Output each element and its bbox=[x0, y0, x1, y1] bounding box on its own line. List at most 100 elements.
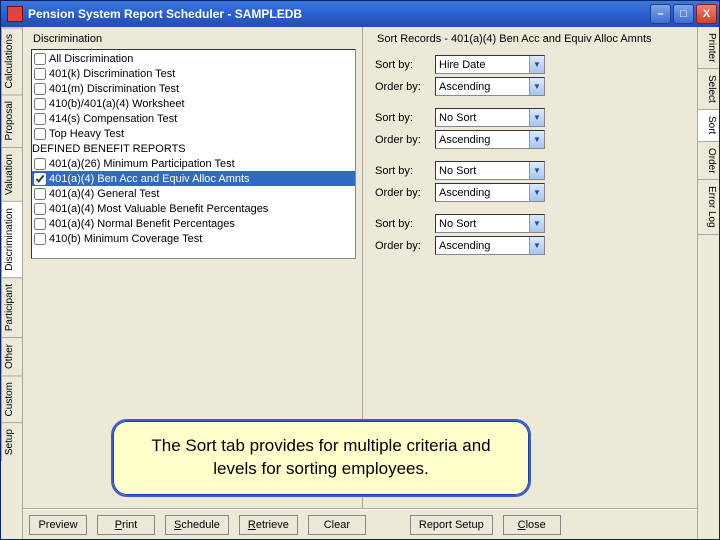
combo-value: No Sort bbox=[439, 165, 476, 177]
button-bar: Preview Print Schedule Retrieve Clear Re… bbox=[23, 509, 697, 539]
sort-row-label: Order by: bbox=[375, 187, 435, 199]
list-item[interactable]: 401(a)(4) Normal Benefit Percentages bbox=[32, 216, 355, 231]
sort-by-combo[interactable]: No Sort ▼ bbox=[435, 214, 545, 233]
list-item-checkbox[interactable] bbox=[34, 53, 46, 65]
left-panel-label: Discrimination bbox=[33, 33, 356, 45]
list-item-checkbox[interactable] bbox=[34, 128, 46, 140]
list-item[interactable]: 410(b) Minimum Coverage Test bbox=[32, 231, 355, 246]
list-item[interactable]: Top Heavy Test bbox=[32, 126, 355, 141]
order-by-combo[interactable]: Ascending ▼ bbox=[435, 130, 545, 149]
left-tabstrip: CalculationsProposalValuationDiscriminat… bbox=[1, 27, 23, 539]
order-by-combo[interactable]: Ascending ▼ bbox=[435, 77, 545, 96]
sort-row-label: Order by: bbox=[375, 134, 435, 146]
left-tab-proposal[interactable]: Proposal bbox=[1, 94, 22, 146]
right-tab-select[interactable]: Select bbox=[698, 69, 719, 110]
app-icon bbox=[7, 6, 23, 22]
list-item-label: 401(a)(26) Minimum Participation Test bbox=[49, 158, 235, 170]
right-tab-error-log[interactable]: Error Log bbox=[698, 180, 719, 235]
list-item-checkbox[interactable] bbox=[34, 233, 46, 245]
list-item[interactable]: 401(m) Discrimination Test bbox=[32, 81, 355, 96]
left-tab-custom[interactable]: Custom bbox=[1, 375, 22, 422]
order-by-row: Order by:Ascending▼ bbox=[375, 236, 687, 255]
list-item-label: All Discrimination bbox=[49, 53, 133, 65]
list-item[interactable]: 401(a)(4) Most Valuable Benefit Percenta… bbox=[32, 201, 355, 216]
close-app-button[interactable]: Close bbox=[503, 515, 561, 535]
left-tab-other[interactable]: Other bbox=[1, 337, 22, 375]
list-item-checkbox[interactable] bbox=[34, 113, 46, 125]
chevron-down-icon[interactable]: ▼ bbox=[529, 162, 544, 179]
sort-by-combo[interactable]: Hire Date ▼ bbox=[435, 55, 545, 74]
list-item-label: 410(b) Minimum Coverage Test bbox=[49, 233, 202, 245]
combo-value: Hire Date bbox=[439, 59, 485, 71]
chevron-down-icon[interactable]: ▼ bbox=[529, 215, 544, 232]
sort-by-combo[interactable]: No Sort ▼ bbox=[435, 161, 545, 180]
list-item[interactable]: DEFINED BENEFIT REPORTS bbox=[32, 141, 355, 156]
minimize-button[interactable]: – bbox=[650, 4, 671, 24]
order-by-row: Order by: Ascending ▼ bbox=[375, 183, 687, 202]
list-item-checkbox[interactable] bbox=[34, 173, 46, 185]
list-item[interactable]: 401(a)(4) General Test bbox=[32, 186, 355, 201]
order-by-row: Order by: Ascending ▼ bbox=[375, 130, 687, 149]
titlebar[interactable]: Pension System Report Scheduler - SAMPLE… bbox=[1, 1, 719, 27]
chevron-down-icon[interactable]: ▼ bbox=[529, 131, 544, 148]
list-item-checkbox[interactable] bbox=[34, 158, 46, 170]
combo-value: Ascending bbox=[439, 240, 490, 252]
schedule-button[interactable]: Schedule bbox=[165, 515, 229, 535]
sort-row-label: Sort by: bbox=[375, 218, 435, 230]
order-by-combo[interactable]: Ascending ▼ bbox=[435, 236, 545, 255]
right-panel-label: Sort Records - 401(a)(4) Ben Acc and Equ… bbox=[377, 33, 687, 45]
list-item-checkbox[interactable] bbox=[34, 98, 46, 110]
sort-by-combo[interactable]: No Sort▼ bbox=[435, 108, 545, 127]
list-item-checkbox[interactable] bbox=[34, 188, 46, 200]
preview-button[interactable]: Preview bbox=[29, 515, 87, 535]
sort-row-label: Sort by: bbox=[375, 165, 435, 177]
list-item-label: 401(m) Discrimination Test bbox=[49, 83, 179, 95]
left-tab-discrimination[interactable]: Discrimination bbox=[1, 201, 22, 277]
right-tabstrip: PrinterSelectSortOrderError Log bbox=[697, 27, 719, 539]
maximize-button[interactable]: □ bbox=[673, 4, 694, 24]
order-by-combo[interactable]: Ascending ▼ bbox=[435, 183, 545, 202]
sort-row-label: Sort by: bbox=[375, 59, 435, 71]
sort-row-label: Order by: bbox=[375, 81, 435, 93]
left-tab-valuation[interactable]: Valuation bbox=[1, 147, 22, 201]
chevron-down-icon[interactable]: ▼ bbox=[529, 237, 544, 254]
right-tab-printer[interactable]: Printer bbox=[698, 27, 719, 69]
retrieve-button[interactable]: Retrieve bbox=[239, 515, 298, 535]
chevron-down-icon[interactable]: ▼ bbox=[529, 184, 544, 201]
report-setup-button[interactable]: Report Setup bbox=[410, 515, 493, 535]
list-item-label: 410(b)/401(a)(4) Worksheet bbox=[49, 98, 185, 110]
right-tab-order[interactable]: Order bbox=[698, 142, 719, 181]
combo-value: No Sort bbox=[439, 218, 476, 230]
combo-value: Ascending bbox=[439, 134, 490, 146]
left-tab-participant[interactable]: Participant bbox=[1, 277, 22, 337]
left-tab-setup[interactable]: Setup bbox=[1, 422, 22, 461]
right-tab-sort[interactable]: Sort bbox=[698, 110, 719, 141]
list-item[interactable]: 410(b)/401(a)(4) Worksheet bbox=[32, 96, 355, 111]
list-item[interactable]: 401(k) Discrimination Test bbox=[32, 66, 355, 81]
list-item[interactable]: 401(a)(26) Minimum Participation Test bbox=[32, 156, 355, 171]
left-tab-calculations[interactable]: Calculations bbox=[1, 27, 22, 94]
help-callout: The Sort tab provides for multiple crite… bbox=[111, 419, 531, 497]
chevron-down-icon[interactable]: ▼ bbox=[529, 78, 544, 95]
list-item-checkbox[interactable] bbox=[34, 218, 46, 230]
chevron-down-icon[interactable]: ▼ bbox=[529, 56, 544, 73]
clear-button[interactable]: Clear bbox=[308, 515, 366, 535]
close-button[interactable]: X bbox=[696, 4, 717, 24]
list-item-checkbox[interactable] bbox=[34, 203, 46, 215]
sort-by-row: Sort by:No Sort▼ bbox=[375, 108, 687, 127]
combo-value: Ascending bbox=[439, 187, 490, 199]
list-item[interactable]: 414(s) Compensation Test bbox=[32, 111, 355, 126]
report-listbox[interactable]: All Discrimination401(k) Discrimination … bbox=[31, 49, 356, 259]
list-item-checkbox[interactable] bbox=[34, 68, 46, 80]
print-button[interactable]: Print bbox=[97, 515, 155, 535]
list-item[interactable]: 401(a)(4) Ben Acc and Equiv Alloc Amnts bbox=[32, 171, 355, 186]
chevron-down-icon[interactable]: ▼ bbox=[529, 109, 544, 126]
list-item-label: DEFINED BENEFIT REPORTS bbox=[32, 143, 186, 155]
list-item-label: 401(a)(4) Ben Acc and Equiv Alloc Amnts bbox=[49, 173, 250, 185]
list-item[interactable]: All Discrimination bbox=[32, 51, 355, 66]
list-item-label: 401(a)(4) Normal Benefit Percentages bbox=[49, 218, 235, 230]
list-item-label: 401(a)(4) Most Valuable Benefit Percenta… bbox=[49, 203, 268, 215]
sort-by-row: Sort by: Hire Date ▼ bbox=[375, 55, 687, 74]
list-item-checkbox[interactable] bbox=[34, 83, 46, 95]
combo-value: Ascending bbox=[439, 81, 490, 93]
